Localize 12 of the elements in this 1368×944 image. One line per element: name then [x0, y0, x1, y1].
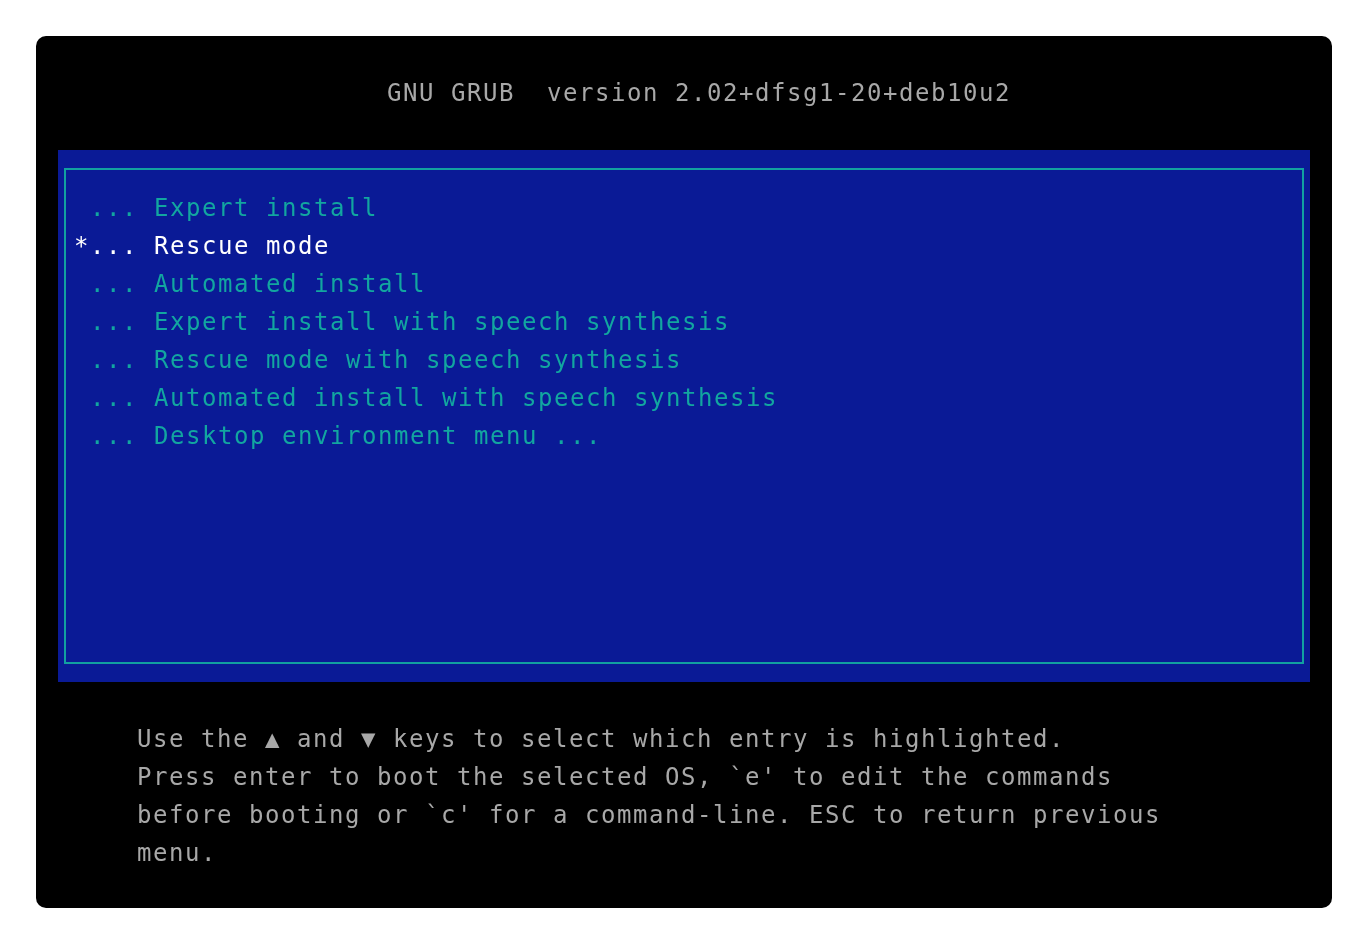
help-text: Press enter to boot the selected OS, `e' to edit the commands: [137, 762, 1113, 793]
menu-entry[interactable]: ... Automated install with speech synthesis: [66, 379, 778, 417]
window-title: GNU GRUB version 2.02+dfsg1-20+deb10u2: [386, 78, 1012, 109]
help-text: menu.: [137, 838, 217, 869]
help-text: before booting or `c' for a command-line. ESC to return previous: [137, 800, 1161, 831]
menu-entry[interactable]: ... Automated install: [66, 265, 426, 303]
menu-entry[interactable]: ... Rescue mode with speech synthesis: [66, 341, 682, 379]
menu-entry[interactable]: ... Expert install: [66, 189, 378, 227]
menu-entry[interactable]: *... Rescue mode: [66, 227, 330, 265]
menu-entry[interactable]: ... Expert install with speech synthesis: [66, 303, 730, 341]
help-text: Use the ▲ and ▼ keys to select which entry is highlighted.: [137, 724, 1065, 755]
menu-entry[interactable]: ... Desktop environment menu ...: [66, 417, 602, 455]
